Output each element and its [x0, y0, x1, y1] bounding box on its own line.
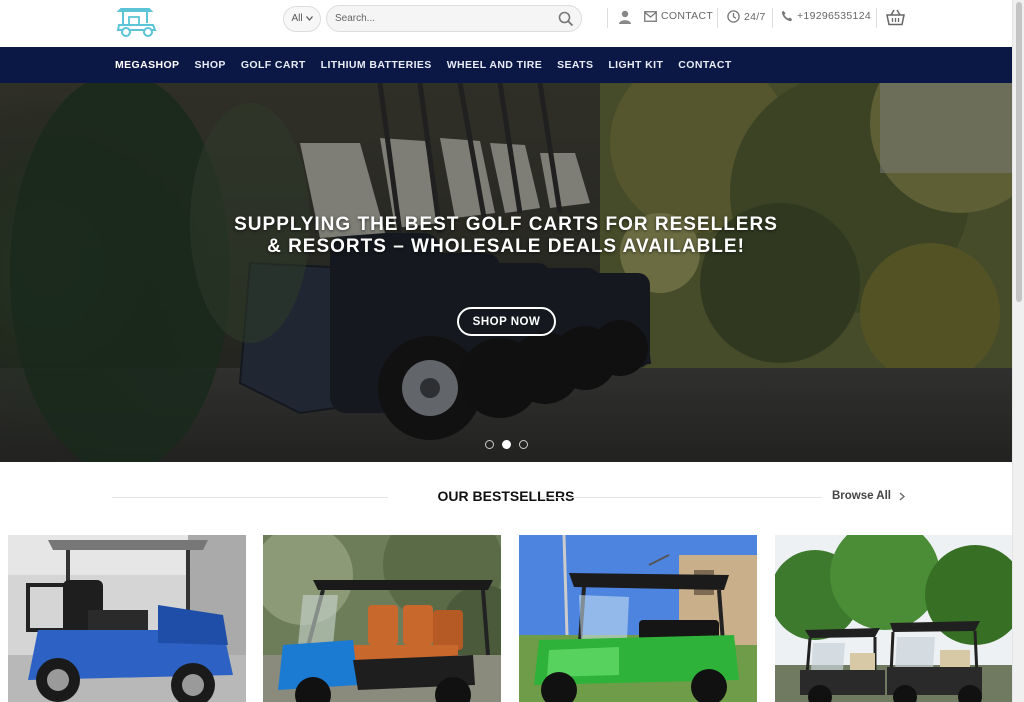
nav-item-light-kit[interactable]: LIGHT KIT [608, 59, 663, 71]
product-card[interactable] [519, 535, 757, 702]
product-card[interactable] [263, 535, 501, 702]
hero-title: SUPPLYING THE BEST GOLF CARTS FOR RESELL… [0, 214, 1012, 258]
section-divider-right [540, 497, 822, 498]
envelope-icon [644, 10, 657, 22]
account-link[interactable] [618, 10, 636, 24]
header-divider [876, 8, 877, 28]
browse-all-link[interactable]: Browse All [832, 490, 906, 502]
browse-all-label: Browse All [832, 490, 892, 502]
basket-icon[interactable] [886, 9, 905, 26]
hero-title-line-1: SUPPLYING THE BEST GOLF CARTS FOR RESELL… [234, 214, 778, 235]
shop-now-button[interactable]: SHOP NOW [457, 307, 556, 336]
page-scrollbar[interactable] [1012, 0, 1024, 702]
hours-link[interactable]: 24/7 [727, 10, 766, 23]
category-select[interactable]: All [283, 5, 321, 32]
blue-cart-orange-seats-image [263, 535, 501, 702]
header-divider [772, 8, 773, 28]
header-divider [607, 8, 608, 28]
search-input[interactable] [327, 6, 581, 31]
green-golf-cart-image [519, 535, 757, 702]
nav-item-golf-cart[interactable]: GOLF CART [241, 59, 306, 71]
scrollbar-thumb[interactable] [1016, 2, 1022, 302]
blue-lifted-golf-cart-image [8, 535, 246, 702]
search-icon[interactable] [558, 11, 574, 27]
hero-title-line-2: & RESORTS – WHOLESALE DEALS AVAILABLE! [267, 236, 745, 257]
slider-dots [485, 440, 528, 449]
phone-link-label: +19296535124 [797, 10, 871, 22]
search-field [326, 5, 582, 32]
black-golf-carts-pair-image [775, 535, 1013, 702]
main-navigation: MEGASHOP SHOP GOLF CART LITHIUM BATTERIE… [0, 47, 1012, 83]
nav-item-wheel-and-tire[interactable]: WHEEL AND TIRE [447, 59, 542, 71]
nav-item-contact[interactable]: CONTACT [678, 59, 731, 71]
category-select-value: All [291, 13, 303, 24]
product-card[interactable] [8, 535, 246, 702]
hours-link-label: 24/7 [744, 10, 766, 23]
nav-item-seats[interactable]: SEATS [557, 59, 593, 71]
chevron-right-icon [899, 492, 906, 500]
site-header: All CONTACT 24/7 [0, 0, 1012, 47]
hero-image-golf-cart-row [0, 83, 1012, 462]
nav-item-shop[interactable]: SHOP [194, 59, 225, 71]
contact-link-label: CONTACT [661, 10, 714, 22]
slider-dot-3[interactable] [519, 440, 528, 449]
slider-dot-1[interactable] [485, 440, 494, 449]
slider-dot-2[interactable] [502, 440, 511, 449]
chevron-down-icon [305, 16, 313, 21]
nav-item-lithium-batteries[interactable]: LITHIUM BATTERIES [321, 59, 432, 71]
user-icon [619, 10, 631, 24]
golf-cart-logo[interactable] [115, 3, 159, 39]
header-divider [717, 8, 718, 28]
phone-icon [781, 10, 793, 22]
clock-icon [727, 10, 740, 23]
contact-link[interactable]: CONTACT [644, 10, 713, 22]
search-bar: All [283, 5, 582, 32]
hero-slider: SUPPLYING THE BEST GOLF CARTS FOR RESELL… [0, 83, 1012, 462]
product-card[interactable] [775, 535, 1013, 702]
phone-link[interactable]: +19296535124 [781, 10, 871, 22]
nav-item-megashop[interactable]: MEGASHOP [115, 59, 179, 71]
